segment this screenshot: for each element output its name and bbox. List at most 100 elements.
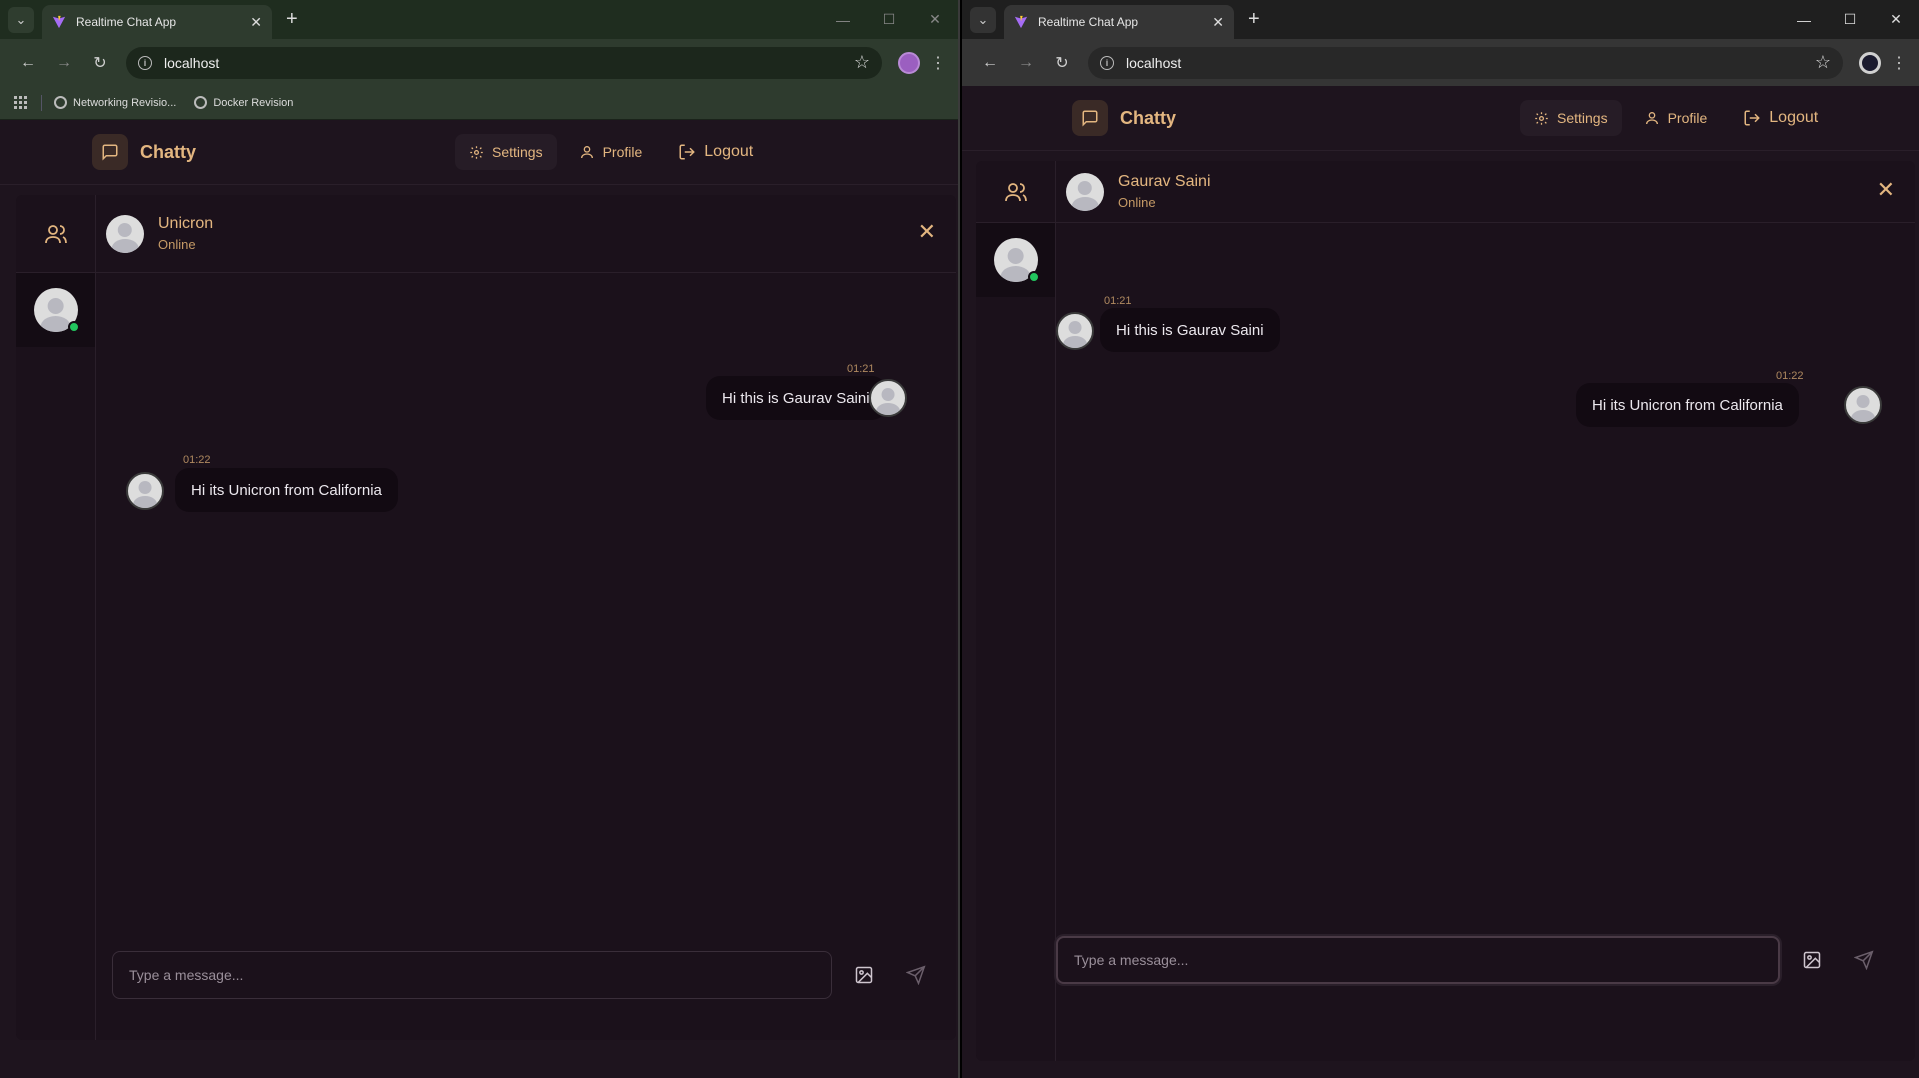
settings-label: Settings (492, 144, 543, 160)
message-composer (1056, 919, 1915, 1001)
message-composer (96, 934, 956, 1016)
forward-button[interactable]: → (1008, 54, 1044, 72)
message-time: 01:21 (1104, 295, 1132, 307)
menu-kebab-icon[interactable]: ⋮ (1889, 53, 1909, 73)
chat-contact-status: Online (1118, 195, 1156, 210)
chat-contact-name: Unicron (158, 215, 214, 232)
profile-button[interactable]: Profile (565, 134, 657, 170)
profile-avatar-button[interactable] (898, 51, 920, 74)
reload-button[interactable]: ↻ (1044, 53, 1080, 73)
app-navbar: Chatty Settings Profile Logout (0, 120, 958, 185)
window-close-button[interactable]: ✕ (1873, 0, 1919, 39)
logout-button[interactable]: Logout (1729, 100, 1832, 136)
image-icon[interactable] (1792, 940, 1832, 980)
brand-link[interactable]: Chatty (1072, 100, 1176, 136)
window-close-button[interactable]: ✕ (912, 0, 958, 39)
address-bar[interactable]: i localhost ☆ (126, 46, 882, 79)
chat-header-avatar (106, 214, 144, 253)
browser-tab[interactable]: Realtime Chat App ✕ (1004, 5, 1234, 39)
star-icon[interactable]: ☆ (854, 52, 870, 73)
app-navbar: Chatty Settings Profile Logout (962, 86, 1919, 151)
info-icon[interactable]: i (1100, 55, 1114, 70)
message-bubble: Hi this is Gaurav Saini (1100, 308, 1280, 352)
maximize-button[interactable]: ☐ (866, 0, 912, 39)
back-button[interactable]: ← (972, 54, 1008, 72)
logout-label: Logout (1769, 109, 1819, 126)
users-icon (44, 224, 67, 243)
star-icon[interactable]: ☆ (1815, 52, 1831, 73)
bookmark-docker[interactable]: Docker Revision (194, 96, 293, 109)
tab-search-button[interactable]: ⌄ (970, 6, 996, 33)
bookmark-label: Docker Revision (213, 96, 294, 109)
close-icon[interactable]: ✕ (918, 221, 936, 243)
image-icon[interactable] (844, 955, 884, 995)
brand-name: Chatty (140, 141, 197, 162)
brand-name: Chatty (1120, 107, 1177, 128)
browser-window-left: ⌄ Realtime Chat App ✕ + — ☐ ✕ ← → ↻ i lo… (0, 0, 960, 1078)
minimize-button[interactable]: — (1781, 0, 1827, 39)
tab-search-button[interactable]: ⌄ (8, 6, 34, 33)
tab-strip: ⌄ Realtime Chat App ✕ + — ☐ ✕ (0, 0, 958, 39)
logo-box (92, 134, 128, 170)
online-indicator (1028, 271, 1040, 283)
user-icon (1645, 112, 1658, 125)
sidebar-header (16, 195, 95, 273)
profile-button[interactable]: Profile (1630, 100, 1722, 136)
send-icon[interactable] (896, 955, 936, 995)
message-avatar (869, 379, 907, 417)
close-icon[interactable]: ✕ (1877, 179, 1895, 201)
info-icon[interactable]: i (138, 55, 152, 70)
back-button[interactable]: ← (10, 54, 46, 72)
chat-container: Gaurav Saini Online ✕ 01:21 Hi this is G… (976, 161, 1915, 1061)
apps-grid-icon[interactable] (14, 96, 27, 109)
contacts-sidebar (976, 161, 1056, 1061)
chat-container: Unicron Online ✕ 01:21 Hi this is Gaurav… (16, 195, 956, 1040)
bookmarks-separator (41, 94, 42, 111)
chat-main: Gaurav Saini Online ✕ 01:21 Hi this is G… (1056, 161, 1915, 1061)
contacts-sidebar (16, 195, 96, 1040)
browser-tab[interactable]: Realtime Chat App ✕ (42, 5, 272, 39)
globe-icon (194, 96, 208, 109)
chat-main: Unicron Online ✕ 01:21 Hi this is Gaurav… (96, 195, 956, 1040)
message-input[interactable] (1056, 936, 1780, 984)
address-bar[interactable]: i localhost ☆ (1088, 46, 1843, 79)
chat-bubble-icon (1082, 110, 1098, 127)
message-input[interactable] (112, 951, 832, 999)
users-icon (1004, 182, 1027, 201)
message-time: 01:22 (1776, 370, 1804, 382)
chat-contact-status: Online (158, 237, 196, 252)
gear-icon (470, 145, 483, 159)
toolbar: ← → ↻ i localhost ☆ ⋮ (962, 39, 1919, 86)
address-url: localhost (164, 54, 220, 71)
settings-button[interactable]: Settings (1520, 100, 1622, 136)
brand-link[interactable]: Chatty (92, 134, 196, 170)
forward-button[interactable]: → (46, 54, 82, 72)
bookmark-networking[interactable]: Networking Revisio... (54, 96, 176, 109)
new-tab-button[interactable]: + (1248, 8, 1260, 31)
user-icon (580, 146, 593, 159)
profile-label: Profile (1667, 110, 1708, 126)
globe-icon (54, 96, 67, 109)
contact-item[interactable] (16, 273, 95, 347)
profile-label: Profile (602, 144, 643, 160)
settings-button[interactable]: Settings (455, 134, 557, 170)
online-indicator (68, 321, 80, 333)
toolbar: ← → ↻ i localhost ☆ ⋮ (0, 39, 958, 86)
menu-kebab-icon[interactable]: ⋮ (928, 53, 948, 73)
bookmarks-bar: Networking Revisio... Docker Revision (0, 86, 958, 120)
logout-button[interactable]: Logout (664, 134, 767, 170)
maximize-button[interactable]: ☐ (1827, 0, 1873, 39)
tab-close-icon[interactable]: ✕ (250, 14, 262, 31)
reload-button[interactable]: ↻ (82, 53, 118, 73)
vite-favicon-icon (52, 15, 66, 29)
tab-close-icon[interactable]: ✕ (1212, 14, 1224, 31)
nav-actions: Settings Profile Logout (1520, 100, 1832, 136)
minimize-button[interactable]: — (820, 0, 866, 39)
chat-header: Gaurav Saini Online ✕ (1056, 161, 1915, 223)
contact-item[interactable] (976, 223, 1055, 297)
window-controls: — ☐ ✕ (820, 0, 958, 39)
logo-box (1072, 100, 1108, 136)
profile-avatar-button[interactable] (1859, 51, 1881, 74)
send-icon[interactable] (1844, 940, 1884, 980)
new-tab-button[interactable]: + (286, 8, 298, 31)
